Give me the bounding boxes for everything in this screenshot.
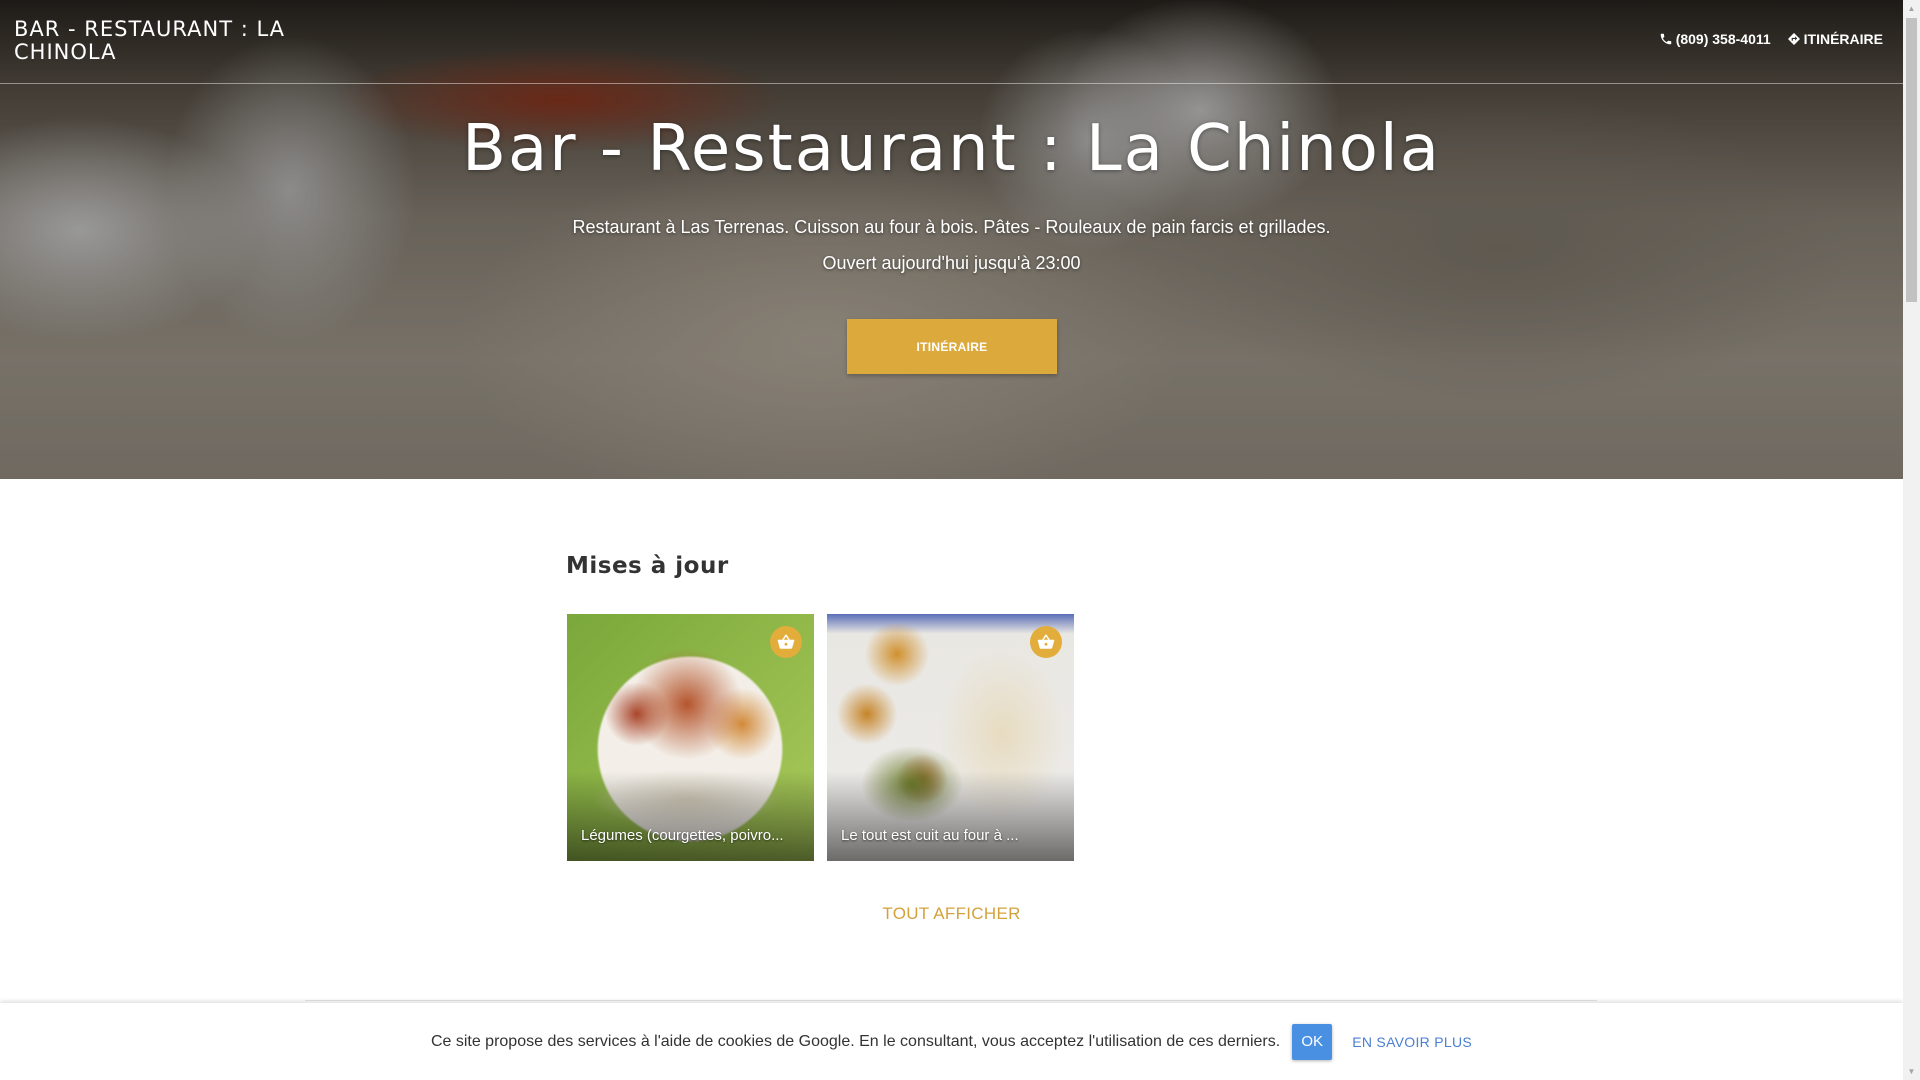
phone-icon <box>1660 33 1671 45</box>
top-actions: (809) 358-4011 ITINÉRAIRE <box>1659 31 1883 47</box>
card-badge <box>1030 626 1062 658</box>
view-all-link[interactable]: TOUT AFFICHER <box>0 904 1903 924</box>
hero-banner: BAR - RESTAURANT : LA CHINOLA (809) 358-… <box>0 0 1903 479</box>
scroll-down-arrow[interactable]: ▼ <box>1903 1063 1920 1080</box>
site-brand[interactable]: BAR - RESTAURANT : LA CHINOLA <box>14 18 314 64</box>
scroll-up-arrow[interactable]: ▲ <box>1903 0 1920 17</box>
scrollbar[interactable]: ▲ ▼ <box>1903 0 1920 1080</box>
update-card[interactable]: Le tout est cuit au four à ... <box>827 614 1074 861</box>
scrollbar-thumb[interactable] <box>1906 18 1917 302</box>
updates-title: Mises à jour <box>566 553 729 579</box>
cookie-banner: Ce site propose des services à l'aide de… <box>0 1003 1903 1080</box>
card-badge <box>770 626 802 658</box>
card-caption: Légumes (courgettes, poivro... <box>581 827 784 844</box>
directions-button[interactable]: ITINÉRAIRE <box>847 319 1057 374</box>
card-overlay <box>827 771 1074 861</box>
cookie-text: Ce site propose des services à l'aide de… <box>430 1032 1281 1050</box>
hero-description: Restaurant à Las Terrenas. Cuisson au fo… <box>572 217 1331 237</box>
update-card[interactable]: Légumes (courgettes, poivro... <box>567 614 814 861</box>
phone-number: (809) 358-4011 <box>1675 31 1771 47</box>
hero-title: Bar - Restaurant : La Chinola <box>462 112 1441 186</box>
card-overlay <box>567 771 814 861</box>
phone-link[interactable]: (809) 358-4011 <box>1659 31 1771 47</box>
directions-link[interactable]: ITINÉRAIRE <box>1787 31 1883 47</box>
top-bar: BAR - RESTAURANT : LA CHINOLA (809) 358-… <box>0 0 1903 84</box>
cookie-learn-more-link[interactable]: EN SAVOIR PLUS <box>1352 1034 1472 1050</box>
section-divider <box>305 1000 1597 1001</box>
basket-icon <box>777 634 795 649</box>
directions-icon <box>1787 33 1800 45</box>
card-caption: Le tout est cuit au four à ... <box>841 827 1019 844</box>
cookie-ok-button[interactable]: OK <box>1292 1023 1333 1060</box>
basket-icon <box>1037 634 1055 649</box>
opening-hours: Ouvert aujourd'hui jusqu'à 23:00 <box>822 253 1081 273</box>
directions-label: ITINÉRAIRE <box>1803 31 1883 47</box>
